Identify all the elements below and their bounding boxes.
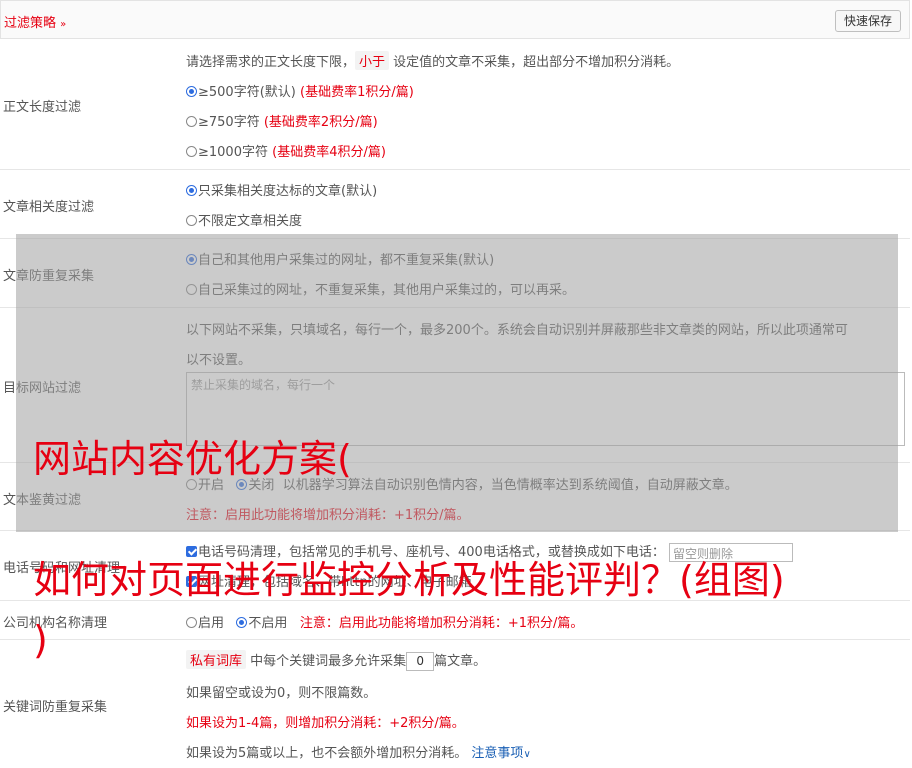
- radio-selected-icon[interactable]: [236, 617, 248, 628]
- company-clean-switch: 启用 不启用 注意：启用此功能将增加积分消耗：+1积分/篇。: [186, 612, 583, 631]
- section-title[interactable]: 过滤策略 »: [4, 12, 66, 31]
- panel-header: 过滤策略 » 快速保存: [0, 0, 910, 39]
- radio-icon[interactable]: [186, 284, 197, 295]
- overlay-headline-2: 如何对页面进行监控分析及性能评判？(组图): [33, 558, 785, 602]
- site-filter-desc: 以下网站不采集，只填域名，每行一个，最多200个。系统会自动识别并屏蔽那些非文章…: [186, 323, 848, 338]
- overlay-headline-3: ): [33, 618, 48, 662]
- dedupe-option-self[interactable]: 自己采集过的网址，不重复采集，其他用户采集过的，可以再采。: [186, 279, 575, 298]
- row-label: 关键词防重复采集: [3, 700, 108, 715]
- length-intro: 请选择需求的正文长度下限， 小于 设定值的文章不采集，超出部分不增加积分消耗。: [186, 51, 679, 70]
- keyword-hint-3: 如果设为5篇或以上，也不会额外增加积分消耗。 注意事项∨: [186, 746, 531, 761]
- relevance-option-strict[interactable]: 只采集相关度达标的文章(默认): [186, 180, 377, 199]
- chevron-down-icon: »: [60, 19, 67, 30]
- site-filter-desc-cont: 以不设置。: [186, 353, 252, 368]
- row-label: 正文长度过滤: [3, 100, 82, 115]
- notes-link[interactable]: 注意事项∨: [471, 746, 530, 761]
- row-label: 目标网站过滤: [3, 381, 82, 396]
- checkbox-checked-icon[interactable]: [186, 546, 197, 557]
- dedupe-row: 文章防重复采集 自己和其他用户采集过的网址，都不重复采集(默认) 自己采集过的网…: [0, 239, 910, 308]
- radio-selected-icon[interactable]: [186, 254, 197, 265]
- blocked-domains-textarea[interactable]: 禁止采集的域名，每行一个: [186, 372, 905, 446]
- max-articles-input[interactable]: 0: [406, 652, 435, 671]
- keyword-dedupe-row: 关键词防重复采集 私有词库 中每个关键词最多允许采集 0 篇文章。 如果留空或设为0…: [0, 640, 910, 768]
- company-clean-row: 公司机构名称清理 启用 不启用 注意：启用此功能将增加积分消耗：+1积分/篇。: [0, 601, 910, 640]
- keyword-hint-1: 如果留空或设为0，则不限篇数。: [186, 686, 377, 701]
- length-option-1000[interactable]: ≥1000字符 (基础费率4积分/篇): [186, 141, 386, 160]
- chevron-down-icon: ∨: [523, 749, 531, 760]
- overlay-headline-1: 网站内容优化方案(: [33, 437, 352, 481]
- radio-selected-icon[interactable]: [186, 86, 197, 97]
- radio-selected-icon[interactable]: [186, 185, 197, 196]
- relevance-row: 文章相关度过滤 只采集相关度达标的文章(默认) 不限定文章相关度: [0, 170, 910, 239]
- row-label: 文章相关度过滤: [3, 200, 95, 215]
- radio-icon[interactable]: [186, 617, 197, 628]
- row-label: 文章防重复采集: [3, 269, 95, 284]
- length-option-750[interactable]: ≥750字符 (基础费率2积分/篇): [186, 111, 378, 130]
- porn-filter-note: 注意：启用此功能将增加积分消耗：+1积分/篇。: [186, 508, 470, 523]
- length-filter-row: 正文长度过滤 请选择需求的正文长度下限， 小于 设定值的文章不采集，超出部分不增加…: [0, 39, 910, 170]
- relevance-option-any[interactable]: 不限定文章相关度: [186, 210, 302, 229]
- quick-save-button[interactable]: 快速保存: [834, 10, 901, 32]
- keyword-hint-2: 如果设为1-4篇，则增加积分消耗：+2积分/篇。: [186, 716, 465, 731]
- length-option-500[interactable]: ≥500字符(默认) (基础费率1积分/篇): [186, 81, 414, 100]
- private-dict-tag[interactable]: 私有词库: [186, 650, 247, 669]
- radio-icon[interactable]: [186, 215, 197, 226]
- dedupe-option-all[interactable]: 自己和其他用户采集过的网址，都不重复采集(默认): [186, 249, 494, 268]
- row-label: 文本鉴黄过滤: [3, 493, 82, 508]
- radio-icon[interactable]: [186, 146, 197, 157]
- less-than-tag: 小于: [355, 51, 390, 70]
- row-label: 公司机构名称清理: [3, 616, 108, 631]
- keyword-limit-line: 私有词库 中每个关键词最多允许采集 0 篇文章。: [186, 650, 486, 671]
- radio-icon[interactable]: [186, 116, 197, 127]
